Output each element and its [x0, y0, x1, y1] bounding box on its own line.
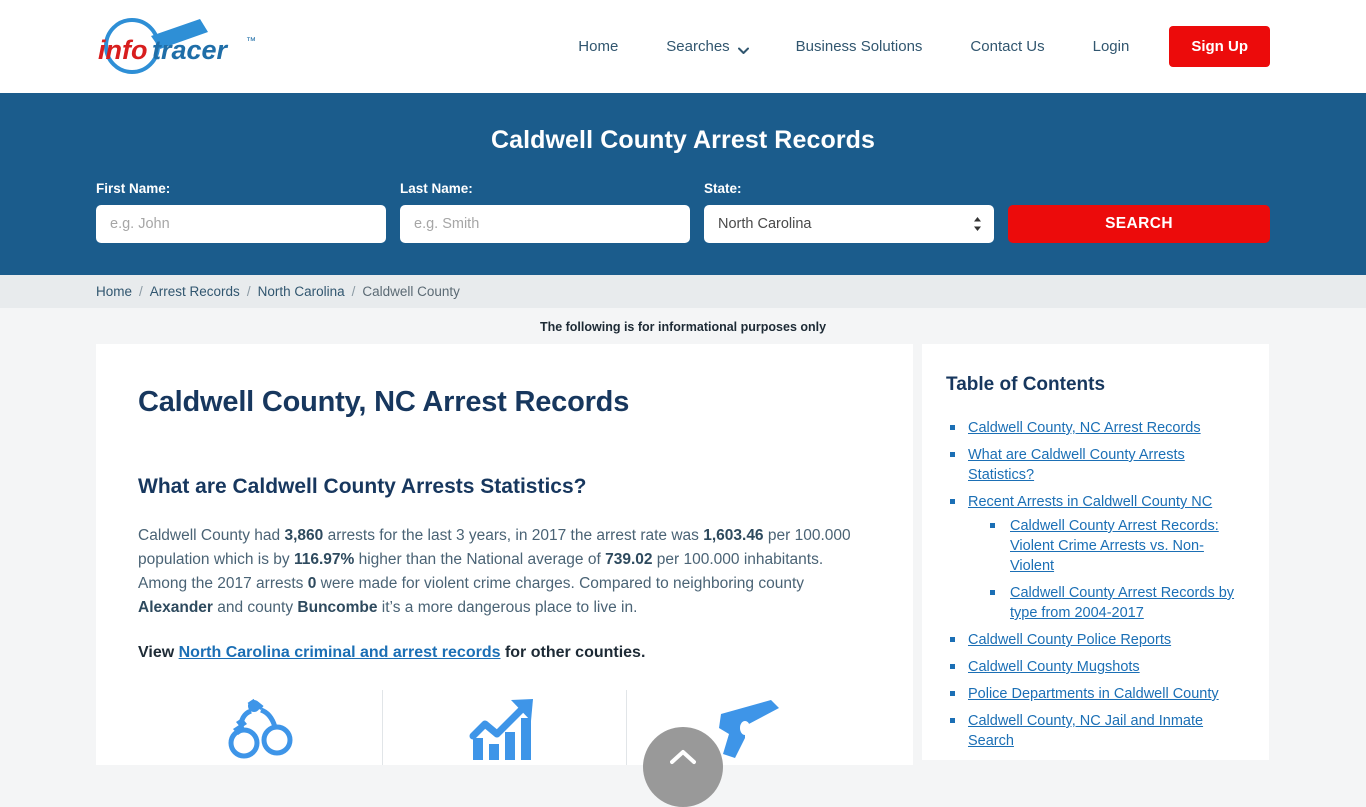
list-item: Caldwell County Arrest Records by type f… — [988, 583, 1245, 623]
toc-link-recent-arrests[interactable]: Recent Arrests in Caldwell County NC — [968, 494, 1212, 510]
nav-item-home[interactable]: Home — [554, 28, 642, 65]
toc-link-records-by-type[interactable]: Caldwell County Arrest Records by type f… — [1010, 585, 1234, 621]
breadcrumb-item-arrest-records[interactable]: Arrest Records — [150, 284, 240, 299]
handcuffs-icon — [227, 698, 293, 765]
svg-text:info: info — [98, 35, 147, 65]
nav-item-contact-us[interactable]: Contact Us — [946, 28, 1068, 65]
toc-link-jail-inmate-search[interactable]: Caldwell County, NC Jail and Inmate Sear… — [968, 713, 1203, 749]
north-carolina-records-link[interactable]: North Carolina criminal and arrest recor… — [179, 644, 501, 661]
list-item: Caldwell County, NC Arrest Records — [946, 418, 1245, 438]
disclaimer-text: The following is for informational purpo… — [539, 320, 827, 334]
state-field-group: State: North Carolina — [704, 181, 994, 243]
stat-total-arrests: 3,860 — [284, 527, 324, 544]
text-fragment: were made for violent crime charges. Com… — [316, 575, 805, 592]
nav-label: Business Solutions — [795, 38, 923, 55]
last-name-field-group: Last Name: — [400, 181, 690, 243]
list-item: Caldwell County, NC Jail and Inmate Sear… — [946, 711, 1245, 751]
nav-label: Login — [1092, 38, 1130, 55]
feature-icon-strip — [138, 690, 871, 765]
svg-text:tracer: tracer — [152, 35, 229, 65]
nav-item-searches[interactable]: Searches — [642, 28, 771, 65]
toc-list: Caldwell County, NC Arrest Records What … — [946, 418, 1245, 751]
list-item: Caldwell County Police Reports — [946, 630, 1245, 650]
state-select-wrap: North Carolina — [704, 205, 994, 243]
toc-link-arrest-records[interactable]: Caldwell County, NC Arrest Records — [968, 420, 1201, 436]
stat-percent-above-national: 116.97% — [293, 551, 355, 568]
breadcrumb-item-current: Caldwell County — [362, 284, 460, 299]
band-title: Caldwell County Arrest Records — [490, 126, 876, 154]
first-name-input[interactable] — [96, 205, 386, 243]
cta-suffix: for other counties. — [500, 644, 646, 661]
list-item: Recent Arrests in Caldwell County NC Cal… — [946, 492, 1245, 623]
state-select[interactable]: North Carolina — [704, 205, 994, 243]
nav-label: Contact Us — [970, 38, 1045, 55]
list-item: What are Caldwell County Arrests Statist… — [946, 445, 1245, 485]
site-header: info tracer ™ Home Searches Business Sol… — [0, 0, 1366, 93]
stat-national-average: 739.02 — [605, 551, 653, 568]
table-of-contents-card: Table of Contents Caldwell County, NC Ar… — [922, 344, 1269, 760]
section-heading-statistics: What are Caldwell County Arrests Statist… — [138, 475, 587, 498]
search-button[interactable]: SEARCH — [1008, 205, 1270, 243]
chevron-down-icon — [737, 42, 749, 54]
main-content-card: Caldwell County, NC Arrest Records What … — [96, 344, 913, 765]
toc-sublist: Caldwell County Arrest Records: Violent … — [968, 516, 1245, 623]
statistics-paragraph: Caldwell County had 3,860 arrests for th… — [138, 524, 871, 620]
handgun-icon — [715, 698, 783, 765]
first-name-field-group: First Name: — [96, 181, 386, 243]
nav-label: Searches — [666, 38, 730, 55]
neighboring-county-b: Buncombe — [297, 599, 378, 616]
breadcrumb-separator: / — [139, 284, 143, 299]
toc-link-violent-vs-nonviolent[interactable]: Caldwell County Arrest Records: Violent … — [1010, 518, 1219, 574]
list-item: Caldwell County Arrest Records: Violent … — [988, 516, 1245, 576]
breadcrumb: Home / Arrest Records / North Carolina /… — [0, 275, 1366, 308]
content-area: Caldwell County, NC Arrest Records What … — [0, 344, 1366, 765]
text-fragment: arrests for the last 3 years, in 2017 th… — [323, 527, 704, 544]
toc-link-mugshots[interactable]: Caldwell County Mugshots — [968, 659, 1140, 675]
list-item: Caldwell County Mugshots — [946, 657, 1245, 677]
breadcrumb-item-home[interactable]: Home — [96, 284, 132, 299]
last-name-label: Last Name: — [400, 181, 473, 196]
icon-cell-handcuffs — [138, 690, 382, 765]
growth-chart-icon — [469, 698, 541, 765]
logo-svg: info tracer ™ — [98, 17, 256, 74]
toc-link-arrest-statistics[interactable]: What are Caldwell County Arrests Statist… — [968, 447, 1185, 483]
last-name-input[interactable] — [400, 205, 690, 243]
chevron-up-icon — [670, 749, 696, 770]
toc-link-police-departments[interactable]: Police Departments in Caldwell County — [968, 686, 1219, 702]
breadcrumb-item-north-carolina[interactable]: North Carolina — [258, 284, 345, 299]
text-fragment: it’s a more dangerous place to live in. — [377, 599, 638, 616]
arrest-search-form: First Name: Last Name: State: North Caro… — [96, 181, 1270, 243]
infotracer-logo[interactable]: info tracer ™ — [96, 16, 271, 78]
icon-cell-growth-chart — [381, 690, 627, 765]
stat-arrest-rate: 1,603.46 — [703, 527, 764, 544]
nav-item-login[interactable]: Login — [1069, 28, 1154, 65]
text-fragment: higher than the National average of — [354, 551, 606, 568]
toc-link-police-reports[interactable]: Caldwell County Police Reports — [968, 632, 1171, 648]
svg-text:™: ™ — [246, 36, 256, 47]
text-fragment: Caldwell County had — [138, 527, 285, 544]
search-band: Caldwell County Arrest Records First Nam… — [0, 93, 1366, 275]
cta-prefix: View — [138, 644, 179, 661]
toc-title: Table of Contents — [946, 374, 1106, 395]
breadcrumb-separator: / — [351, 284, 356, 299]
list-item: Police Departments in Caldwell County — [946, 684, 1245, 704]
breadcrumb-separator: / — [246, 284, 251, 299]
main-navigation: Home Searches Business Solutions Contact… — [554, 26, 1270, 67]
state-records-cta: View North Carolina criminal and arrest … — [138, 644, 871, 662]
first-name-label: First Name: — [96, 181, 171, 196]
text-fragment: and county — [212, 599, 298, 616]
scroll-to-top-button[interactable] — [643, 727, 723, 807]
nav-item-business-solutions[interactable]: Business Solutions — [772, 28, 947, 65]
neighboring-county-a: Alexander — [138, 599, 213, 616]
nav-label: Home — [578, 38, 619, 55]
state-label: State: — [704, 181, 742, 196]
sign-up-button[interactable]: Sign Up — [1169, 26, 1270, 67]
page-title: Caldwell County, NC Arrest Records — [138, 386, 630, 418]
